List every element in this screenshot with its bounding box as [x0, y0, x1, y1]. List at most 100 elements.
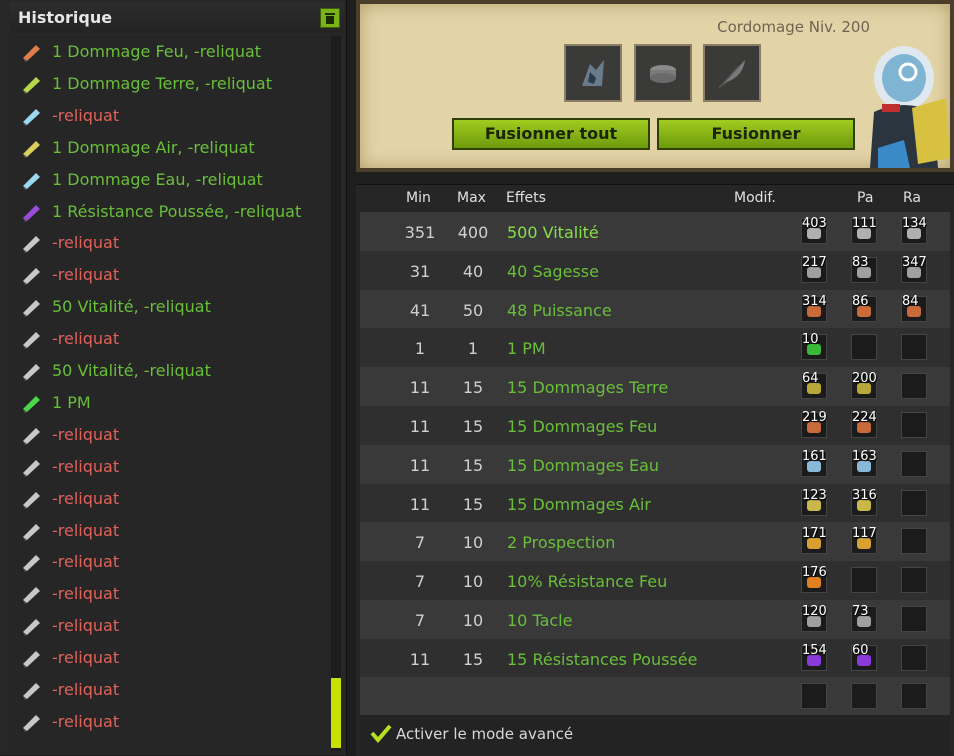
rune-ba-slot[interactable]: 176 [801, 565, 827, 594]
vitality-rune-icon [23, 300, 40, 318]
vitality-rune-icon [23, 236, 40, 254]
stat-effect: 500 Vitalité [507, 223, 599, 242]
rune-ra-slot[interactable]: 347 [901, 255, 927, 283]
rune-pa-slot[interactable]: 83 [851, 254, 877, 283]
rune-pa-slot[interactable]: 316 [851, 487, 877, 516]
history-item: -reliquat [10, 227, 320, 259]
rune-ba-slot[interactable]: 64 [801, 371, 827, 400]
history-item-text: 1 Dommage Air, -reliquat [52, 137, 255, 157]
rune-ra-slot[interactable] [901, 489, 927, 516]
history-item-text: -reliquat [52, 616, 120, 636]
stat-effect: 15 Dommages Feu [507, 417, 658, 436]
history-scrollbar[interactable] [331, 36, 341, 751]
stat-max: 15 [462, 455, 484, 475]
rune-ba-slot[interactable]: 120 [801, 604, 827, 632]
stat-row: 11 15 15 Dommages Eau 161 163 [360, 444, 950, 484]
vitality-rune-icon [23, 651, 40, 669]
character-avatar [870, 46, 950, 168]
stat-row: 7 10 10% Résistance Feu 176 [360, 561, 950, 601]
rune-ba-count: 171 [802, 526, 827, 542]
vitality-rune-icon [23, 332, 40, 350]
history-list[interactable]: 1 Dommage Feu, -reliquat 1 Dommage Terre,… [10, 36, 330, 751]
vitality-rune-icon [23, 587, 40, 605]
history-item: -reliquat [10, 706, 320, 738]
rune-slot-pa[interactable] [851, 683, 877, 709]
advanced-mode-checkbox[interactable] [370, 723, 392, 743]
rune-ba-slot[interactable]: 403 [801, 216, 827, 244]
rune-ra-slot[interactable] [901, 412, 927, 438]
rune-slot-ra[interactable] [901, 683, 927, 709]
rune-slot-icon [650, 65, 676, 83]
history-item-text: -reliquat [52, 424, 120, 444]
rune-pa-slot[interactable]: 60 [851, 642, 877, 671]
rune-pa-count: 316 [852, 487, 877, 503]
stat-max: 1 [467, 339, 479, 359]
rune-ra-slot[interactable]: 134 [901, 216, 927, 244]
history-item-text: 50 Vitalité, -reliquat [52, 297, 211, 317]
rune-slot-ba[interactable] [801, 683, 827, 709]
vitality-rune-icon [23, 714, 40, 732]
rune-ba-count: 120 [802, 604, 827, 619]
rune-ba-slot[interactable]: 123 [801, 488, 827, 516]
profession-level: Cordomage Niv. 200 [717, 18, 870, 36]
rune-pa-slot[interactable] [851, 334, 877, 361]
stat-row: 1 1 1 PM 10 [360, 328, 950, 368]
vitality-rune-icon [23, 555, 40, 573]
rune-pa-count: 83 [852, 254, 869, 270]
history-item: 1 Dommage Air, -reliquat [10, 132, 320, 164]
rune-ra-slot[interactable] [901, 644, 927, 671]
rune-ba-slot[interactable]: 217 [801, 255, 827, 283]
vitality-rune-icon [23, 459, 40, 477]
history-item: 1 Dommage Terre, -reliquat [10, 68, 320, 100]
stat-min: 7 [414, 572, 426, 592]
rune-ra-slot[interactable] [901, 567, 927, 594]
fuse-button[interactable]: Fusionner [657, 118, 855, 150]
fuse-all-button[interactable]: Fusionner tout [452, 118, 650, 150]
rune-pa-count: 60 [852, 642, 869, 658]
clear-history-button[interactable] [320, 8, 340, 28]
rune-pa-slot[interactable]: 73 [851, 604, 877, 632]
rune-ba-slot[interactable]: 10 [801, 332, 827, 361]
rune-pa-slot[interactable]: 86 [851, 294, 877, 322]
history-panel: Historique 1 Dommage Feu, -reliquat 1 Dom… [0, 0, 347, 755]
vitality-rune-icon [23, 427, 40, 445]
rune-pa-slot[interactable]: 111 [851, 216, 877, 244]
advanced-mode-row: Activer le mode avancé [360, 715, 950, 755]
history-item-text: -reliquat [52, 648, 120, 668]
header-effects: Effets [506, 190, 546, 206]
stat-row: 11 15 15 Dommages Terre 64 200 [360, 367, 950, 407]
rune-ba-slot[interactable]: 219 [801, 410, 827, 438]
rune-pa-slot[interactable]: 224 [851, 410, 877, 438]
history-scrollbar-thumb[interactable] [331, 678, 341, 748]
rune-pa-slot[interactable]: 117 [851, 526, 877, 555]
stats-table: Min Max Effets Modif. Pa Ra 351 400 500 Vi… [356, 184, 954, 756]
stat-effect: 48 Puissance [507, 300, 612, 320]
rune-ba-slot[interactable]: 161 [801, 449, 827, 477]
stat-row: 31 40 40 Sagesse 217 83 347 [360, 250, 950, 290]
rune-ra-slot[interactable] [901, 334, 927, 361]
rune-ba-slot[interactable]: 154 [801, 643, 827, 671]
stat-max: 400 [457, 223, 489, 242]
stat-row: 11 15 15 Dommages Air 123 316 [360, 483, 950, 523]
rune-pa-slot[interactable] [851, 567, 877, 594]
rune-ba-slot[interactable]: 171 [801, 526, 827, 555]
rune-ra-slot[interactable] [901, 606, 927, 632]
rune-ba-slot[interactable]: 314 [801, 294, 827, 322]
rune-slot[interactable] [634, 44, 692, 102]
rune-pa-slot[interactable]: 163 [851, 449, 877, 477]
rune-ra-slot[interactable] [901, 450, 927, 477]
rune-ra-slot[interactable] [901, 528, 927, 555]
history-item-text: -reliquat [52, 584, 120, 604]
table-header: Min Max Effets Modif. Pa Ra [356, 185, 954, 211]
stat-row: 351 400 500 Vitalité 403 111 134 [360, 212, 950, 251]
signature-slot[interactable] [703, 44, 761, 102]
item-slot[interactable] [564, 44, 622, 102]
history-item: 1 Dommage Eau, -reliquat [10, 164, 320, 196]
history-item-text: 1 Résistance Poussée, -reliquat [52, 201, 302, 221]
rune-ra-slot[interactable] [901, 373, 927, 400]
water-rune-icon [23, 172, 40, 190]
history-item: -reliquat [10, 451, 320, 483]
earth-rune-icon [23, 76, 40, 94]
rune-ra-slot[interactable]: 84 [901, 294, 927, 322]
rune-pa-slot[interactable]: 200 [851, 371, 877, 400]
